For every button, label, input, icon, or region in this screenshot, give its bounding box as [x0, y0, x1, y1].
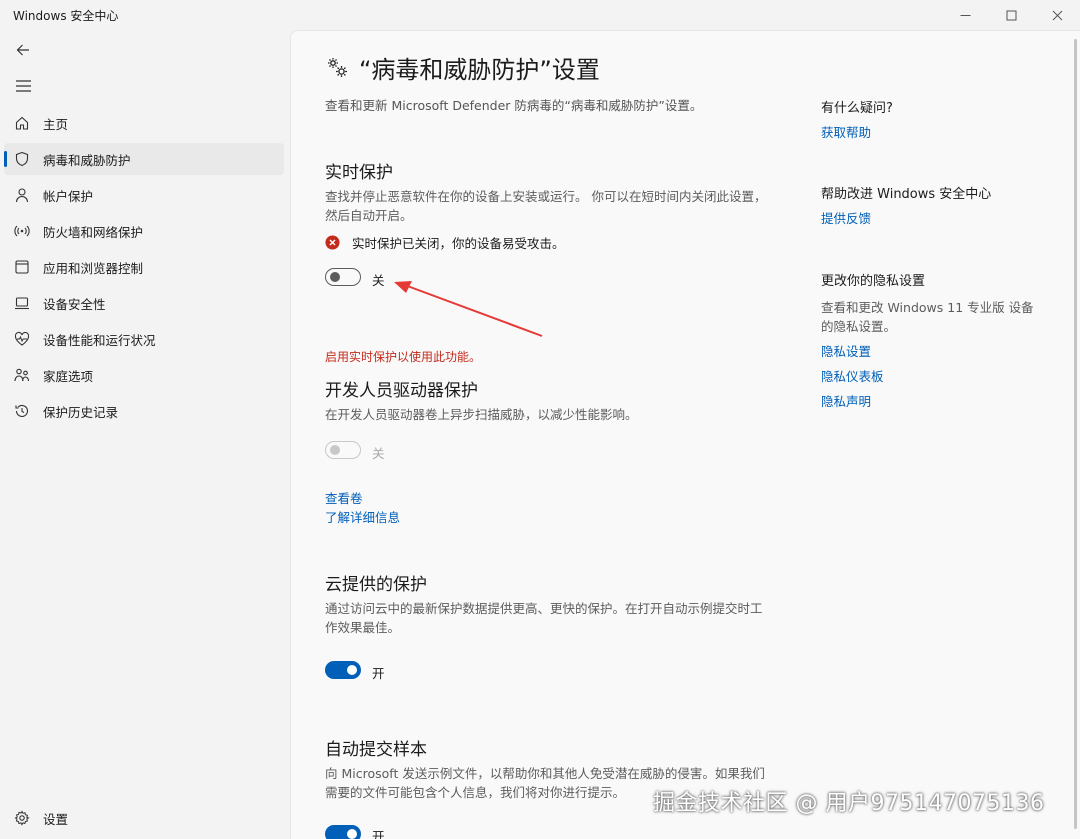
dev-drive-protection-description: 在开发人员驱动器卷上异步扫描威胁，以减少性能影响。 [325, 407, 638, 422]
cloud-protection-toggle[interactable] [325, 661, 361, 679]
gears-icon [328, 58, 347, 77]
learn-more-link[interactable]: 了解详细信息 [325, 507, 400, 526]
sidebar: 主页 病毒和威胁防护 帐户保护 防火墙和网络保护 应用和浏览器控制 设备安全性 … [0, 30, 290, 839]
auto-sample-toggle[interactable] [325, 825, 361, 839]
close-button[interactable] [1034, 0, 1080, 30]
sidebar-item-device-security[interactable]: 设备安全性 [4, 287, 284, 319]
realtime-required-error: 启用实时保护以使用此功能。 [325, 350, 482, 364]
hamburger-icon [15, 80, 31, 92]
get-help-link[interactable]: 获取帮助 [821, 122, 871, 141]
auto-sample-toggle-label: 开 [372, 829, 385, 839]
question-heading: 有什么疑问? [821, 101, 893, 116]
gear-icon [14, 810, 30, 826]
window-controls [942, 0, 1080, 30]
minimize-button[interactable] [942, 0, 988, 30]
toggle-knob [330, 444, 340, 455]
maximize-icon [1006, 10, 1016, 20]
page-title: “病毒和威胁防护”设置 [359, 56, 600, 84]
sidebar-item-label: 设备性能和运行状况 [43, 332, 156, 348]
sidebar-item-label: 帐户保护 [43, 188, 94, 204]
page-description: 查看和更新 Microsoft Defender 防病毒的“病毒和威胁防护”设置… [325, 98, 703, 113]
sidebar-item-home[interactable]: 主页 [4, 107, 284, 139]
family-icon [14, 367, 30, 383]
realtime-toggle-label: 关 [372, 273, 385, 288]
sidebar-item-label: 保护历史记录 [43, 404, 119, 420]
dev-drive-protection-title: 开发人员驱动器保护 [325, 381, 478, 401]
sidebar-item-label: 防火墙和网络保护 [43, 224, 144, 240]
antenna-icon [14, 223, 30, 239]
cloud-protection-title: 云提供的保护 [325, 575, 427, 595]
close-icon [1052, 10, 1062, 20]
sidebar-item-label: 设置 [43, 811, 69, 827]
privacy-dashboard-link[interactable]: 隐私仪表板 [821, 366, 884, 385]
maximize-button[interactable] [988, 0, 1034, 30]
sidebar-item-device-health[interactable]: 设备性能和运行状况 [4, 323, 284, 355]
feedback-link[interactable]: 提供反馈 [821, 208, 871, 227]
sidebar-item-label: 家庭选项 [43, 368, 94, 384]
sidebar-item-app-browser[interactable]: 应用和浏览器控制 [4, 251, 284, 283]
back-button[interactable] [12, 39, 34, 61]
auto-sample-title: 自动提交样本 [325, 740, 427, 760]
window-icon [14, 259, 30, 275]
title-bar: Windows 安全中心 [0, 0, 1080, 30]
toggle-knob [347, 829, 357, 839]
cloud-toggle-label: 开 [372, 666, 385, 681]
privacy-statement-link[interactable]: 隐私声明 [821, 391, 871, 410]
toggle-knob [330, 271, 340, 282]
realtime-protection-description: 查找并停止恶意软件在你的设备上安装或运行。 你可以在短时间内关闭此设置，然后自动… [325, 189, 767, 223]
shield-icon [14, 151, 30, 167]
sidebar-item-label: 应用和浏览器控制 [43, 260, 144, 276]
privacy-heading: 更改你的隐私设置 [821, 274, 926, 289]
improve-heading: 帮助改进 Windows 安全中心 [821, 187, 992, 202]
warning-text: 实时保护已关闭，你的设备易受攻击。 [352, 236, 565, 251]
back-arrow-icon [16, 44, 29, 56]
privacy-text: 查看和更改 Windows 11 专业版 设备的隐私设置。 [821, 300, 1034, 334]
home-icon [14, 115, 30, 131]
sidebar-item-family[interactable]: 家庭选项 [4, 359, 284, 391]
realtime-warning: 实时保护已关闭，你的设备易受攻击。 [325, 233, 565, 252]
sidebar-item-label: 主页 [43, 116, 69, 132]
annotation-arrow [394, 281, 543, 337]
realtime-protection-toggle[interactable] [325, 268, 361, 286]
view-volumes-link[interactable]: 查看卷 [325, 488, 363, 507]
sidebar-item-label: 设备安全性 [43, 296, 106, 312]
toggle-knob [347, 665, 357, 675]
sidebar-item-label: 病毒和威胁防护 [43, 152, 131, 168]
dev-drive-protection-toggle[interactable] [325, 441, 361, 459]
menu-button[interactable] [12, 75, 34, 97]
privacy-settings-link[interactable]: 隐私设置 [821, 341, 871, 360]
sidebar-item-account[interactable]: 帐户保护 [4, 179, 284, 211]
dev-drive-toggle-label: 关 [372, 446, 385, 461]
selection-indicator [4, 151, 7, 167]
sidebar-item-virus-protection[interactable]: 病毒和威胁防护 [4, 143, 284, 175]
watermark: 掘金技术社区 @ 用户975147075136 [653, 791, 1045, 816]
minimize-icon [960, 14, 970, 16]
history-icon [14, 403, 30, 419]
error-icon [325, 235, 340, 250]
sidebar-item-settings[interactable]: 设置 [4, 802, 284, 834]
sidebar-item-protection-history[interactable]: 保护历史记录 [4, 395, 284, 427]
laptop-icon [14, 295, 30, 311]
window-title: Windows 安全中心 [13, 8, 119, 23]
person-icon [14, 187, 30, 203]
heart-icon [14, 331, 30, 347]
content-panel [290, 30, 1080, 839]
realtime-protection-title: 实时保护 [325, 163, 393, 183]
cloud-protection-description: 通过访问云中的最新保护数据提供更高、更快的保护。在打开自动示例提交时工作效果最佳… [325, 601, 763, 635]
scrollbar[interactable] [1074, 39, 1077, 829]
sidebar-item-firewall[interactable]: 防火墙和网络保护 [4, 215, 284, 247]
